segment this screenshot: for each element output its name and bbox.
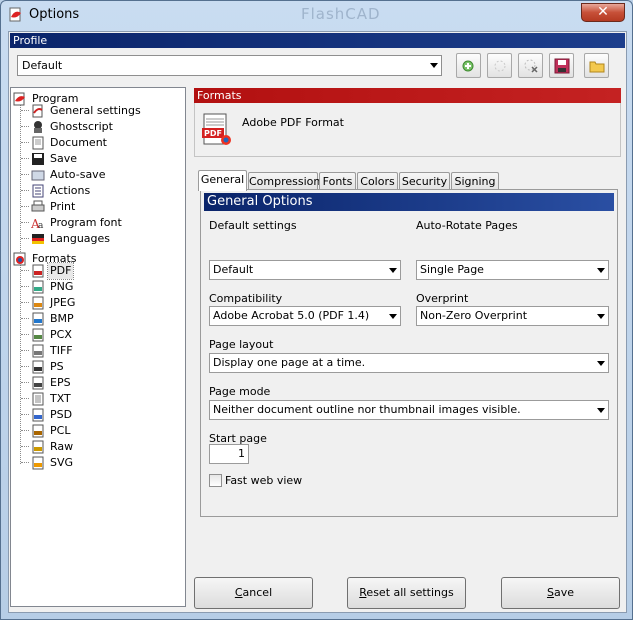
tab-security[interactable]: Security	[399, 172, 450, 190]
client-area: Profile Default Program General settings…	[8, 31, 627, 613]
document-icon	[32, 136, 44, 150]
pdf-document-icon: PDF	[202, 113, 231, 145]
chevron-down-icon	[597, 408, 605, 413]
window-title: Options	[29, 7, 80, 22]
fast-web-view-checkbox[interactable]	[209, 474, 222, 487]
load-profile-button[interactable]	[584, 53, 609, 78]
svg-text:a: a	[38, 221, 44, 230]
general-options-body: Default settings Default Auto-Rotate Pag…	[201, 211, 617, 516]
format-info-panel: PDF Adobe PDF Format	[194, 103, 621, 157]
compatibility-dropdown[interactable]: Adobe Acrobat 5.0 (PDF 1.4)	[209, 306, 401, 326]
psd-file-icon	[32, 408, 44, 422]
page-layout-dropdown[interactable]: Display one page at a time.	[209, 353, 609, 373]
overprint-dropdown[interactable]: Non-Zero Overprint	[416, 306, 609, 326]
fast-web-view-label: Fast web view	[225, 474, 303, 487]
chevron-down-icon	[389, 268, 397, 273]
compatibility-label: Compatibility	[209, 292, 283, 305]
profile-dropdown[interactable]: Default	[17, 55, 442, 76]
txt-file-icon	[32, 392, 44, 406]
svg-file-icon	[32, 456, 44, 470]
formats-header: Formats	[194, 88, 621, 103]
save-button[interactable]: Save	[501, 577, 620, 609]
add-profile-button[interactable]	[456, 53, 481, 78]
png-file-icon	[32, 280, 44, 294]
app-icon	[9, 7, 21, 22]
ghostscript-icon	[34, 121, 42, 133]
page-mode-dropdown[interactable]: Neither document outline nor thumbnail i…	[209, 400, 609, 420]
formats-icon	[13, 252, 26, 266]
watermark-text: FlashCAD	[301, 5, 381, 23]
chevron-down-icon	[597, 268, 605, 273]
chevron-down-icon	[389, 314, 397, 319]
auto-save-icon	[31, 170, 45, 181]
profile-header: Profile	[10, 33, 625, 48]
default-settings-dropdown[interactable]: Default	[209, 260, 401, 280]
auto-rotate-label: Auto-Rotate Pages	[416, 219, 518, 232]
pdf-file-icon	[32, 264, 44, 278]
raw-file-icon	[32, 440, 44, 454]
cancel-button[interactable]: Cancel	[194, 577, 313, 609]
profile-selected-value: Default	[22, 59, 63, 72]
general-tab-panel: General Options Default settings Default…	[200, 189, 618, 517]
page-layout-label: Page layout	[209, 338, 274, 351]
svg-text:PDF: PDF	[204, 129, 222, 138]
ps-file-icon	[32, 360, 44, 374]
options-window: Options FlashCAD ✕ Profile Default Progr…	[0, 0, 633, 620]
floppy-icon	[554, 58, 570, 74]
rename-profile-button[interactable]	[487, 53, 512, 78]
close-button[interactable]: ✕	[581, 3, 625, 22]
save-icon	[32, 153, 44, 165]
chevron-down-icon	[597, 361, 605, 366]
delete-profile-button[interactable]	[518, 53, 543, 78]
program-icon	[13, 92, 25, 106]
tab-general[interactable]: General	[198, 170, 247, 191]
page-mode-label: Page mode	[209, 385, 271, 398]
add-icon	[462, 60, 474, 72]
options-tree[interactable]: Program General settings Ghostscript Doc…	[10, 87, 186, 607]
tab-colors[interactable]: Colors	[357, 172, 398, 190]
format-name: Adobe PDF Format	[242, 116, 344, 129]
folder-icon	[589, 61, 605, 73]
pcx-file-icon	[32, 328, 44, 342]
pcl-file-icon	[32, 424, 44, 438]
bmp-file-icon	[32, 312, 44, 326]
title-bar[interactable]: Options FlashCAD ✕	[1, 1, 632, 29]
font-icon: Aa	[31, 217, 44, 230]
chevron-down-icon	[430, 63, 438, 68]
jpeg-file-icon	[32, 296, 44, 310]
auto-rotate-dropdown[interactable]: Single Page	[416, 260, 609, 280]
actions-icon	[32, 184, 44, 198]
close-icon: ✕	[597, 4, 609, 20]
tiff-file-icon	[32, 344, 44, 358]
delete-icon	[524, 59, 538, 73]
overprint-label: Overprint	[416, 292, 469, 305]
rename-icon	[494, 60, 506, 72]
tab-fonts[interactable]: Fonts	[319, 172, 356, 190]
tab-signing[interactable]: Signing	[451, 172, 499, 190]
reset-all-settings-button[interactable]: Reset all settings	[347, 577, 466, 609]
general-options-header: General Options	[204, 193, 614, 211]
start-page-input[interactable]: 1	[209, 444, 249, 464]
default-settings-label: Default settings	[209, 219, 297, 232]
save-profile-button[interactable]	[549, 53, 574, 78]
chevron-down-icon	[597, 314, 605, 319]
flag-icon	[32, 234, 44, 244]
printer-icon	[31, 200, 45, 212]
general-settings-icon	[32, 104, 43, 118]
eps-file-icon	[32, 376, 44, 390]
tab-compression[interactable]: Compression	[248, 172, 320, 190]
